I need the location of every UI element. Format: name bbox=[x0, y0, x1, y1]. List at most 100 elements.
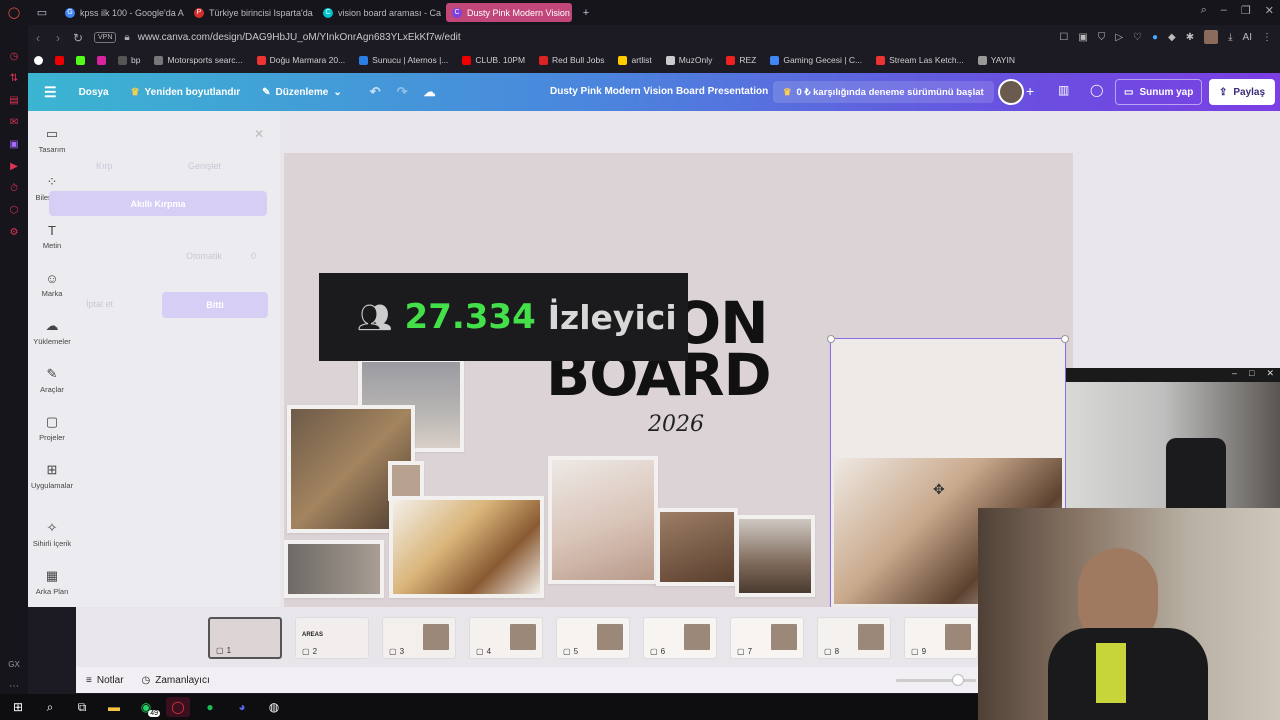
player-icon[interactable]: ▶ bbox=[0, 155, 28, 177]
file-menu[interactable]: Dosya bbox=[79, 87, 109, 98]
close-icon[interactable]: ✕ bbox=[1266, 368, 1274, 382]
trial-button[interactable]: ♛ 0 ₺ karşılığında deneme sürümünü başlat bbox=[773, 81, 994, 103]
insights-icon[interactable]: ▥ bbox=[1058, 83, 1069, 97]
shield-icon[interactable]: ⛉ bbox=[1098, 32, 1106, 43]
expand-tab[interactable]: Genişlet bbox=[188, 161, 221, 171]
photo-horse[interactable] bbox=[656, 508, 738, 586]
page-thumbnail[interactable]: ▢ 6 bbox=[643, 617, 717, 659]
bookmark-item[interactable]: Gaming Gecesi | C... bbox=[770, 55, 862, 65]
smart-crop-button[interactable]: Akıllı Kırpma bbox=[49, 191, 267, 216]
url-field[interactable]: www.canva.com/design/DAG9HbJU_oM/YInkOnr… bbox=[138, 32, 461, 43]
page-thumbnail[interactable]: ▢ 3 bbox=[382, 617, 456, 659]
file-explorer-icon[interactable]: ▬ bbox=[102, 697, 126, 717]
profile-avatar[interactable] bbox=[1204, 30, 1219, 44]
bookmark-item[interactable]: YAYIN bbox=[977, 55, 1015, 65]
photo-cup[interactable] bbox=[388, 461, 424, 501]
settings-icon[interactable]: ⚙ bbox=[0, 221, 28, 243]
tab-manager-icon[interactable]: ▭ bbox=[28, 0, 56, 25]
present-button[interactable]: ▭ Sunum yap bbox=[1115, 79, 1203, 105]
search-icon[interactable]: ⌕ bbox=[1201, 4, 1207, 17]
flow-icon[interactable]: ⇅ bbox=[0, 67, 28, 89]
opera-taskbar-icon[interactable]: ◯ bbox=[166, 697, 190, 717]
rail-item-4[interactable]: ☁ Yüklemeler bbox=[28, 318, 76, 346]
kick-bookmark-icon[interactable] bbox=[76, 55, 85, 65]
discord-icon[interactable]: ◕ bbox=[230, 697, 254, 717]
photo-camera[interactable] bbox=[735, 515, 815, 597]
page-thumbnail[interactable]: ▢ 1 bbox=[208, 617, 282, 659]
close-icon[interactable]: ✕ bbox=[1265, 4, 1274, 17]
bookmark-item[interactable]: Stream Las Ketch... bbox=[876, 55, 964, 65]
rail-item-3[interactable]: ☺ Marka bbox=[28, 271, 76, 299]
heart-icon[interactable]: ♡ bbox=[1133, 32, 1142, 43]
puzzle-icon[interactable]: ✱ bbox=[1186, 32, 1194, 43]
page-thumbnail[interactable]: AREAS ▢ 2 bbox=[295, 617, 369, 659]
vpn-icon[interactable]: ● bbox=[1152, 32, 1158, 43]
gx-icon[interactable]: GX bbox=[0, 653, 28, 675]
download-icon[interactable]: ⤓ bbox=[1228, 32, 1232, 43]
bookmark-item[interactable]: Doğu Marmara 20... bbox=[256, 55, 345, 65]
extension-icon[interactable]: ◆ bbox=[1168, 32, 1176, 43]
history-icon[interactable]: ◷ bbox=[0, 45, 28, 67]
done-button[interactable]: Bitti bbox=[162, 292, 268, 318]
timer-button[interactable]: ◷ Zamanlayıcı bbox=[142, 675, 210, 686]
messenger-icon[interactable]: ✉ bbox=[0, 111, 28, 133]
bookmark-item[interactable]: MuzOnly bbox=[665, 55, 712, 65]
maximize-icon[interactable]: □ bbox=[1249, 368, 1254, 382]
rail-item-7[interactable]: ⊞ Uygulamalar bbox=[28, 462, 76, 490]
bookmark-item[interactable]: Sunucu | Aternos |... bbox=[359, 55, 448, 65]
twitch-icon[interactable]: ▣ bbox=[0, 133, 28, 155]
ai-button[interactable]: AI bbox=[1243, 32, 1252, 43]
photo-ring[interactable] bbox=[548, 456, 658, 584]
zoom-slider-knob[interactable] bbox=[952, 674, 964, 686]
share-button[interactable]: ⇪ Paylaş bbox=[1209, 79, 1275, 105]
rail-item-5[interactable]: ✎ Araçlar bbox=[28, 366, 76, 394]
forward-icon[interactable]: › bbox=[48, 31, 68, 45]
crop-tab[interactable]: Kırp bbox=[96, 161, 113, 171]
play-icon[interactable]: ▷ bbox=[1115, 32, 1123, 43]
browser-tab[interactable]: Cvision board araması - Ca bbox=[317, 3, 443, 22]
opera-logo-icon[interactable]: ◯ bbox=[0, 0, 28, 25]
page-thumbnail[interactable]: ▢ 7 bbox=[730, 617, 804, 659]
bookmark-item[interactable]: CLUB. 10PM bbox=[462, 55, 525, 65]
pinboard-icon[interactable]: ▤ bbox=[0, 89, 28, 111]
search-icon[interactable]: ⌕ bbox=[38, 697, 62, 717]
photo-yoga[interactable] bbox=[284, 540, 384, 598]
google-bookmark-icon[interactable] bbox=[34, 55, 43, 65]
rail-item-9[interactable]: ▦ Arka Plan bbox=[28, 568, 76, 596]
hamburger-icon[interactable]: ☰ bbox=[44, 84, 57, 101]
obs-icon[interactable]: ◍ bbox=[262, 697, 286, 717]
bookmark-item[interactable]: bp bbox=[118, 55, 140, 65]
bookmark-icon[interactable]: ☐ bbox=[1059, 32, 1068, 43]
document-title[interactable]: Dusty Pink Modern Vision Board Presentat… bbox=[550, 86, 768, 97]
resize-button[interactable]: ♛ Yeniden boyutlandır bbox=[131, 87, 241, 98]
instagram-bookmark-icon[interactable] bbox=[97, 55, 106, 65]
bookmark-item[interactable]: Motorsports searc... bbox=[154, 55, 243, 65]
redo-icon[interactable]: ↷ bbox=[397, 84, 408, 100]
rail-item-8[interactable]: ✧ Sihirli İçerik bbox=[28, 520, 76, 548]
browser-tab[interactable]: P Türkiye birincisi Isparta'da bbox=[188, 3, 314, 22]
photo-toast[interactable] bbox=[389, 496, 544, 598]
comment-icon[interactable]: ◯ bbox=[1090, 83, 1103, 97]
page-thumbnail[interactable]: ▢ 4 bbox=[469, 617, 543, 659]
rail-item-2[interactable]: T Metin bbox=[28, 223, 76, 251]
browser-tab[interactable]: Gkpss ilk 100 - Google'da A bbox=[59, 3, 185, 22]
back-icon[interactable]: ‹ bbox=[28, 31, 48, 45]
reload-icon[interactable]: ↻ bbox=[68, 31, 88, 45]
slide-year[interactable]: 2026 bbox=[648, 412, 704, 437]
bookmark-item[interactable]: artlist bbox=[618, 55, 652, 65]
bookmark-item[interactable]: Red Bull Jobs bbox=[539, 55, 604, 65]
cloud-save-icon[interactable]: ☁ bbox=[424, 85, 436, 99]
cancel-button[interactable]: İptal et bbox=[86, 299, 113, 309]
notes-button[interactable]: ≡ Notlar bbox=[86, 675, 124, 686]
spotify-icon[interactable]: ● bbox=[198, 697, 222, 717]
task-view-icon[interactable]: ⧉ bbox=[70, 697, 94, 717]
youtube-bookmark-icon[interactable] bbox=[55, 55, 64, 65]
page-thumbnail[interactable]: ▢ 9 bbox=[904, 617, 978, 659]
page-thumbnail[interactable]: ▢ 5 bbox=[556, 617, 630, 659]
whatsapp-icon[interactable]: ◉ 49 bbox=[134, 697, 160, 717]
user-avatar[interactable] bbox=[998, 79, 1024, 105]
minimize-icon[interactable]: – bbox=[1221, 4, 1227, 17]
close-panel-icon[interactable]: ✕ bbox=[254, 127, 264, 141]
snapshot-icon[interactable]: ▣ bbox=[1078, 32, 1087, 43]
browser-tab[interactable]: CDusty Pink Modern Vision✕ bbox=[446, 3, 572, 22]
